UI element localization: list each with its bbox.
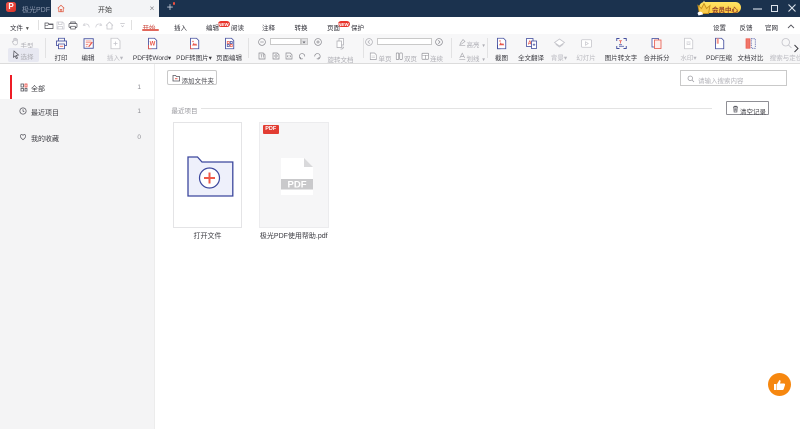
svg-text:W: W <box>149 42 155 48</box>
svg-text:PDF: PDF <box>288 179 307 190</box>
